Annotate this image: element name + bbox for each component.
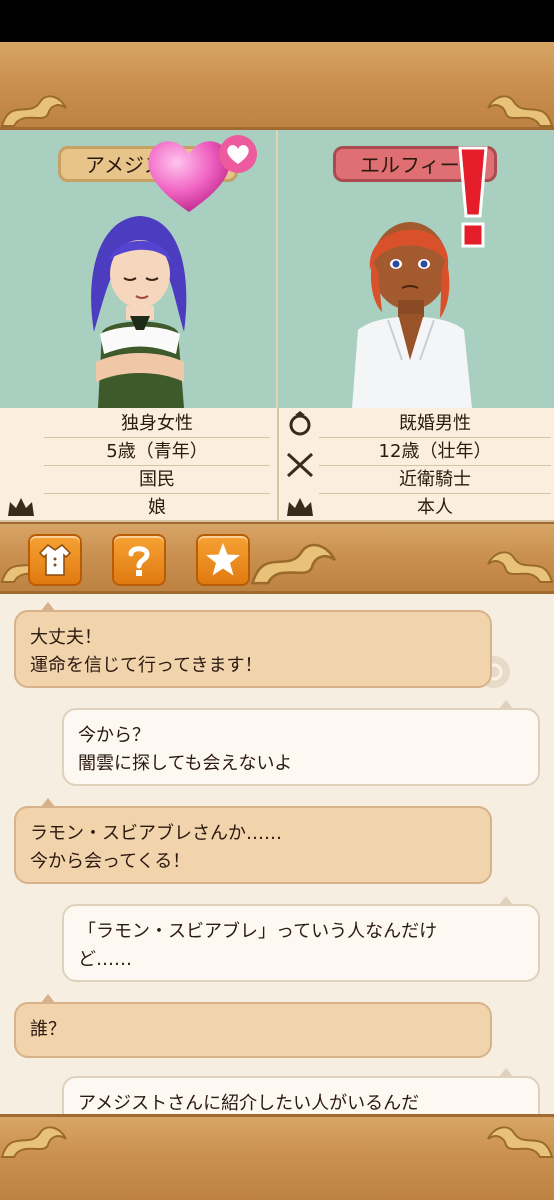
left-info-status: 独身女性 bbox=[44, 410, 270, 438]
chat-message: 「ラモン・スビアブレ」っていう人なんだけ ど…… bbox=[62, 896, 540, 982]
right-info-status: 既婚男性 bbox=[319, 410, 551, 438]
chat-line: 運命を信じて行ってきます！ bbox=[30, 655, 263, 676]
right-info-occupation: 近衛騎士 bbox=[319, 466, 551, 494]
top-frame bbox=[0, 42, 554, 130]
ornament-right-icon bbox=[484, 544, 554, 584]
ornament-right-icon bbox=[484, 1119, 554, 1159]
chat-line: ラモン・スビアブレさんか…… bbox=[30, 823, 282, 844]
crown-icon bbox=[285, 494, 315, 520]
heart-badge-icon bbox=[218, 134, 258, 174]
chat-line: 今から？ bbox=[78, 725, 150, 746]
ring-icon bbox=[285, 410, 315, 436]
chat-line: 誰？ bbox=[30, 1019, 66, 1040]
chat-message: アメジストさんに紹介したい人がいるんだ bbox=[62, 1068, 540, 1114]
character-info-table: 独身女性 5歳（青年） 国民 娘 既婚男性 12歳（壮年） 近衛騎士 本人 bbox=[0, 408, 554, 522]
chat-message: 誰？ bbox=[14, 994, 492, 1058]
divider bbox=[276, 130, 278, 408]
portrait-panel: アメジスト エルフィー bbox=[0, 130, 554, 408]
left-info-relation: 娘 bbox=[148, 497, 166, 518]
chat-line: 今から会ってくる！ bbox=[30, 851, 191, 872]
right-info-column: 既婚男性 12歳（壮年） 近衛騎士 本人 bbox=[277, 408, 554, 522]
ornament-right-icon bbox=[484, 88, 554, 128]
chat-line: アメジストさんに紹介したい人がいるんだ bbox=[78, 1093, 420, 1114]
ornament-left-icon bbox=[0, 1119, 70, 1159]
right-info-age: 12歳（壮年） bbox=[319, 438, 551, 466]
clothing-icon bbox=[38, 544, 72, 576]
chat-log[interactable]: 大丈夫！ 運命を信じて行ってきます！ 今から？ 闇雲に探しても会えないよ ラモン… bbox=[0, 594, 554, 1114]
clothing-button[interactable] bbox=[28, 534, 82, 586]
favorite-button[interactable] bbox=[196, 534, 250, 586]
question-icon bbox=[128, 546, 150, 576]
chat-line: 「ラモン・スビアブレ」っていう人なんだけ bbox=[78, 921, 438, 942]
left-info-age: 5歳（青年） bbox=[44, 438, 270, 466]
right-info-relation: 本人 bbox=[417, 497, 453, 518]
chat-message: 今から？ 闇雲に探しても会えないよ bbox=[62, 700, 540, 786]
crown-icon bbox=[6, 494, 36, 520]
star-icon bbox=[206, 543, 240, 576]
left-info-occupation: 国民 bbox=[44, 466, 270, 494]
action-toolbar bbox=[0, 522, 554, 594]
help-button[interactable] bbox=[112, 534, 166, 586]
left-info-column: 独身女性 5歳（青年） 国民 娘 bbox=[0, 408, 277, 522]
chat-line: ど…… bbox=[78, 949, 132, 970]
status-bar bbox=[0, 0, 554, 42]
bottom-frame bbox=[0, 1114, 554, 1200]
chat-message: ラモン・スビアブレさんか…… 今から会ってくる！ bbox=[14, 798, 492, 884]
chat-line: 闇雲に探しても会えないよ bbox=[78, 753, 293, 774]
ornament-left-icon bbox=[0, 88, 70, 128]
chat-line: 大丈夫！ bbox=[30, 627, 102, 648]
ornament-center-icon bbox=[250, 532, 340, 588]
crossed-swords-icon bbox=[285, 452, 315, 478]
left-character-avatar[interactable] bbox=[80, 212, 200, 408]
exclamation-icon bbox=[452, 146, 494, 250]
chat-message: 大丈夫！ 運命を信じて行ってきます！ bbox=[14, 602, 492, 688]
